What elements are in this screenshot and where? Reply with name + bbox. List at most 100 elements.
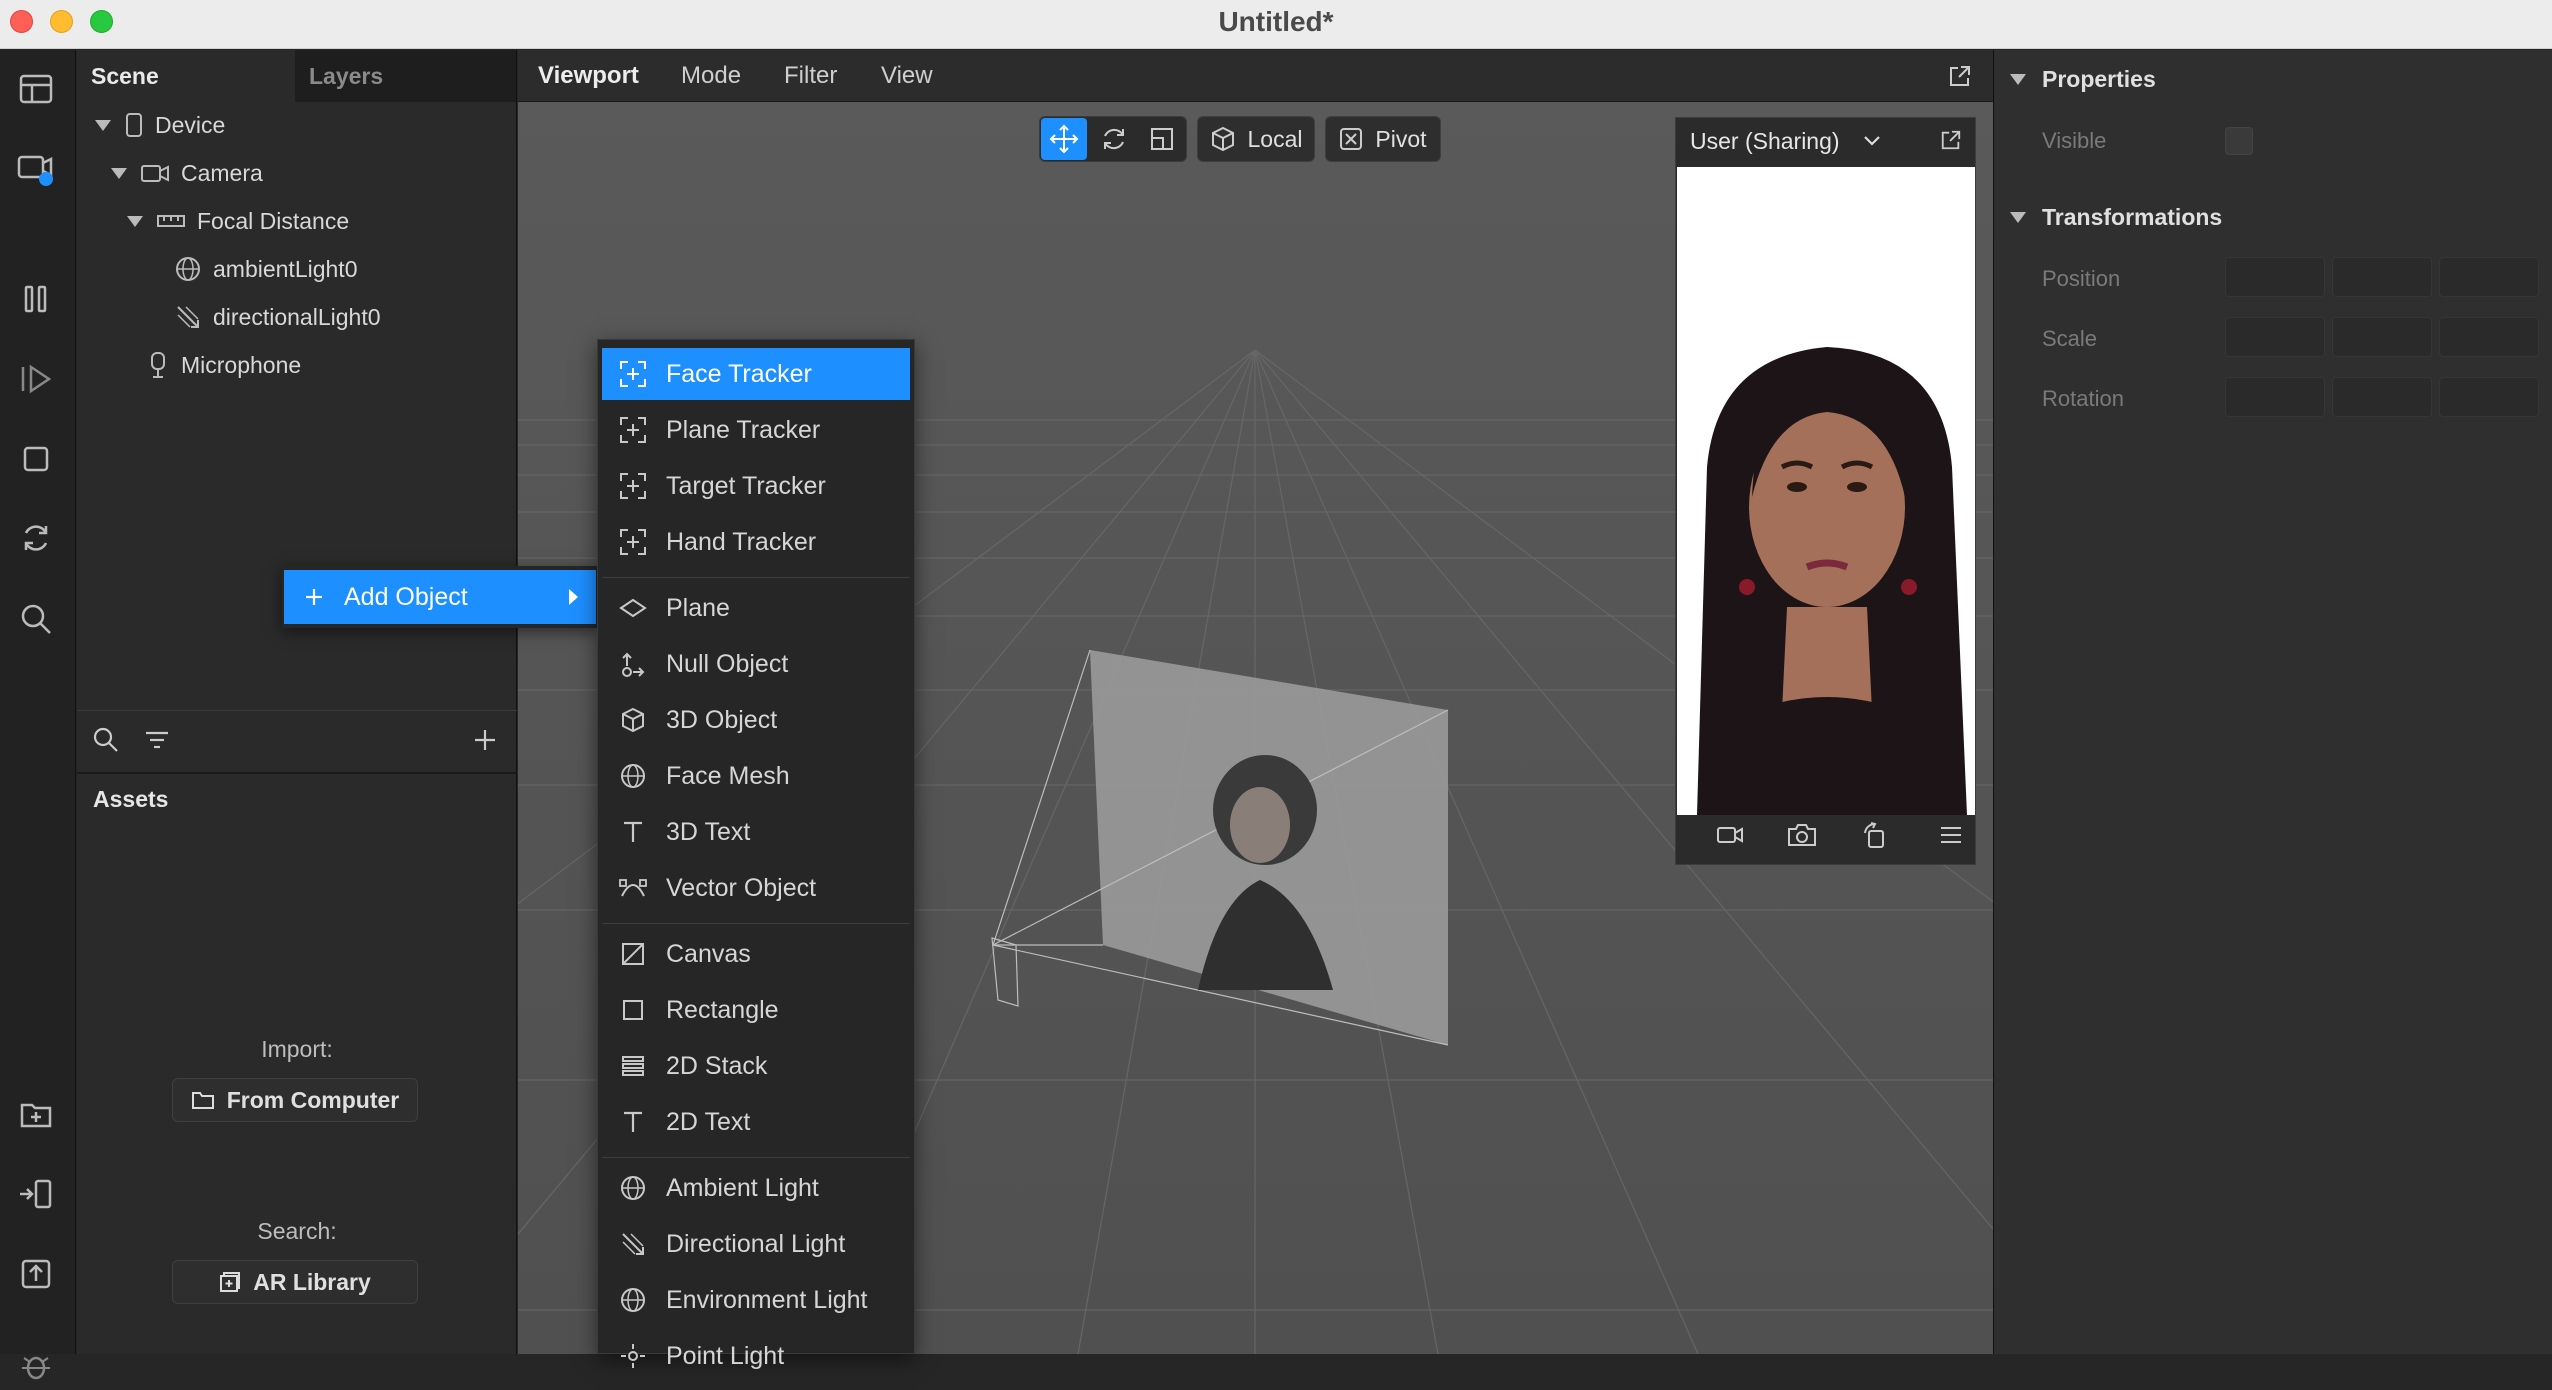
position-x-field[interactable]: [2225, 257, 2325, 297]
tree-item-focal-distance[interactable]: Focal Distance: [127, 199, 349, 243]
collapse-triangle-icon[interactable]: [2010, 212, 2026, 223]
expand-triangle-icon[interactable]: [95, 119, 111, 131]
scale-z-field[interactable]: [2439, 317, 2539, 357]
scale-x-field[interactable]: [2225, 317, 2325, 357]
menu-item-hand-tracker[interactable]: Hand Tracker: [602, 516, 910, 568]
text-icon: [618, 817, 648, 847]
library-icon: [219, 1271, 241, 1293]
divider: [77, 710, 517, 711]
refresh-icon[interactable]: [12, 514, 60, 562]
search-icon[interactable]: [12, 595, 60, 643]
menu-item-plane-tracker[interactable]: Plane Tracker: [602, 404, 910, 456]
scale-tool-button[interactable]: [1140, 118, 1184, 160]
menu-item-ambient-light[interactable]: Ambient Light: [602, 1162, 910, 1214]
transformations-section[interactable]: Transformations: [2010, 204, 2222, 231]
position-z-field[interactable]: [2439, 257, 2539, 297]
menu-item-label: Target Tracker: [666, 471, 826, 500]
menu-item-2d-stack[interactable]: 2D Stack: [602, 1040, 910, 1092]
add-icon[interactable]: [473, 728, 497, 752]
position-y-field[interactable]: [2332, 257, 2432, 297]
stop-icon[interactable]: [12, 435, 60, 483]
capture-photo-icon[interactable]: [1786, 822, 1818, 848]
move-icon: [1049, 124, 1079, 154]
rotation-z-field[interactable]: [2439, 377, 2539, 417]
local-space-button[interactable]: Local: [1197, 116, 1315, 162]
menu-item-target-tracker[interactable]: Target Tracker: [602, 460, 910, 512]
menu-icon[interactable]: [1940, 826, 1962, 844]
menu-item-canvas[interactable]: Canvas: [602, 928, 910, 980]
tree-item-microphone[interactable]: Microphone: [147, 343, 301, 387]
tab-mode[interactable]: Mode: [681, 50, 741, 102]
tree-item-camera[interactable]: Camera: [111, 151, 263, 195]
scene-panel: Scene Layers Device Camera Focal Distanc…: [77, 50, 517, 1354]
phone-icon: [125, 113, 143, 137]
globe-icon: [618, 1285, 648, 1315]
chevron-down-icon[interactable]: [1863, 135, 1881, 147]
popout-icon[interactable]: [1948, 64, 1972, 88]
point-light-icon: [618, 1341, 648, 1371]
window-title: Untitled*: [1218, 6, 1334, 37]
menu-item-point-light[interactable]: Point Light: [602, 1330, 910, 1382]
tree-item-ambient-light[interactable]: ambientLight0: [175, 247, 358, 291]
menu-item-directional-light[interactable]: Directional Light: [602, 1218, 910, 1270]
play-step-icon[interactable]: [12, 355, 60, 403]
properties-section[interactable]: Properties: [2010, 66, 2156, 93]
rotate-tool-button[interactable]: [1092, 118, 1136, 160]
pause-icon[interactable]: [12, 275, 60, 323]
menu-item-label: 3D Text: [666, 817, 751, 846]
menu-item-3d-object[interactable]: 3D Object: [602, 694, 910, 746]
assets-title: Assets: [93, 786, 169, 812]
menu-item-label: Point Light: [666, 1341, 785, 1370]
menu-item-face-mesh[interactable]: Face Mesh: [602, 750, 910, 802]
tab-scene[interactable]: Scene: [77, 50, 295, 102]
move-tool-button[interactable]: [1041, 118, 1087, 160]
menu-item-label: Hand Tracker: [666, 527, 817, 556]
menu-item-3d-text[interactable]: 3D Text: [602, 806, 910, 858]
scale-y-field[interactable]: [2332, 317, 2432, 357]
rotation-y-field[interactable]: [2332, 377, 2432, 417]
tree-item-label: Camera: [181, 159, 263, 186]
tab-view[interactable]: View: [881, 50, 933, 102]
tab-viewport[interactable]: Viewport: [538, 50, 639, 102]
collapse-triangle-icon[interactable]: [2010, 74, 2026, 85]
rotation-x-field[interactable]: [2225, 377, 2325, 417]
expand-triangle-icon[interactable]: [111, 167, 127, 179]
menu-item-vector-object[interactable]: Vector Object: [602, 862, 910, 914]
preview-device-select[interactable]: User (Sharing): [1690, 128, 1840, 155]
tree-item-directional-light[interactable]: directionalLight0: [175, 295, 381, 339]
plus-icon: [304, 587, 324, 607]
menu-item-2d-text[interactable]: 2D Text: [602, 1096, 910, 1148]
visible-checkbox[interactable]: [2225, 127, 2253, 155]
scene-tool-icon[interactable]: [12, 145, 60, 193]
menu-item-plane[interactable]: Plane: [602, 582, 910, 634]
add-object-menu-item[interactable]: Add Object: [284, 570, 596, 624]
menu-item-label: Plane: [666, 593, 730, 622]
search-icon[interactable]: [93, 727, 119, 753]
tab-layers[interactable]: Layers: [295, 50, 517, 102]
camera-icon: [141, 163, 169, 183]
add-folder-icon[interactable]: [12, 1090, 60, 1138]
pivot-button[interactable]: Pivot: [1325, 116, 1441, 162]
upload-icon[interactable]: [12, 1250, 60, 1298]
expand-triangle-icon[interactable]: [127, 215, 143, 227]
plane-icon: [618, 593, 648, 623]
tree-item-label: Microphone: [181, 351, 302, 378]
menu-item-rectangle[interactable]: Rectangle: [602, 984, 910, 1036]
tree-item-device[interactable]: Device: [95, 103, 225, 147]
from-computer-button[interactable]: From Computer: [172, 1078, 418, 1122]
menu-item-label: Null Object: [666, 649, 789, 678]
scene-tabbar: Scene Layers: [77, 50, 516, 102]
bug-icon[interactable]: [12, 1342, 60, 1390]
menu-item-null-object[interactable]: Null Object: [602, 638, 910, 690]
mirror-device-icon[interactable]: [12, 1170, 60, 1218]
filter-icon[interactable]: [144, 730, 170, 750]
menu-item-environment-light[interactable]: Environment Light: [602, 1274, 910, 1326]
rotate-device-icon[interactable]: [1861, 821, 1889, 849]
device-preview: User (Sharing): [1675, 117, 1976, 865]
ar-library-button[interactable]: AR Library: [172, 1260, 418, 1304]
popout-icon[interactable]: [1940, 129, 1962, 151]
menu-item-face-tracker[interactable]: Face Tracker: [602, 348, 910, 400]
layout-icon[interactable]: [12, 65, 60, 113]
tab-filter[interactable]: Filter: [784, 50, 837, 102]
record-video-icon[interactable]: [1716, 824, 1744, 846]
